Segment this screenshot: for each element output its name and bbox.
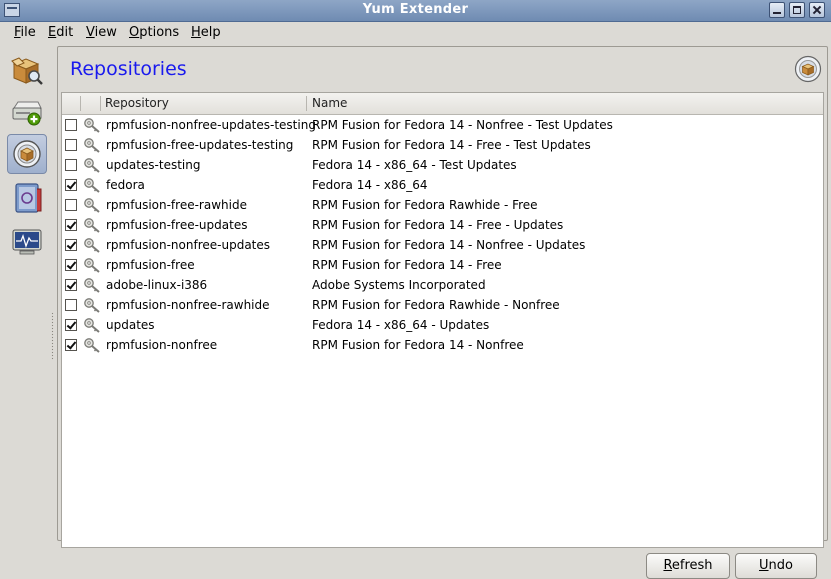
- column-separator: [80, 96, 81, 111]
- title-bar[interactable]: Yum Extender: [0, 0, 831, 22]
- maximize-button[interactable]: [789, 2, 805, 18]
- sidebar-item-repositories[interactable]: [7, 134, 47, 174]
- repositories-icon: [13, 140, 41, 168]
- repo-id-cell: updates-testing: [106, 158, 201, 172]
- repo-id-cell: rpmfusion-free-updates: [106, 218, 248, 232]
- column-header-name[interactable]: Name: [312, 96, 347, 110]
- table-row[interactable]: rpmfusion-nonfree-rawhide RPM Fusion for …: [62, 295, 823, 315]
- table-row[interactable]: rpmfusion-nonfree RPM Fusion for Fedora 1…: [62, 335, 823, 355]
- repo-name-cell: RPM Fusion for Fedora 14 - Free - Test U…: [312, 138, 591, 152]
- table-row[interactable]: rpmfusion-free-updates-testing RPM Fusion…: [62, 135, 823, 155]
- repo-enabled-checkbox[interactable]: [65, 119, 77, 131]
- repo-name-cell: RPM Fusion for Fedora 14 - Free - Update…: [312, 218, 564, 232]
- history-book-icon: [15, 183, 42, 213]
- menu-help[interactable]: Help: [191, 25, 221, 40]
- sidebar-item-install[interactable]: [7, 92, 47, 132]
- repo-enabled-checkbox[interactable]: [65, 179, 77, 191]
- repo-enabled-checkbox[interactable]: [65, 199, 77, 211]
- menu-view[interactable]: View: [86, 25, 117, 40]
- table-row[interactable]: updates-testing Fedora 14 - x86_64 - Test…: [62, 155, 823, 175]
- menu-options[interactable]: Options: [129, 25, 179, 40]
- output-monitor-icon: [12, 229, 42, 255]
- repo-id-cell: rpmfusion-free: [106, 258, 195, 272]
- table-row[interactable]: rpmfusion-free-updates RPM Fusion for Fed…: [62, 215, 823, 235]
- undo-button[interactable]: Undo: [735, 553, 817, 579]
- repo-id-cell: adobe-linux-i386: [106, 278, 208, 292]
- repo-name-cell: RPM Fusion for Fedora 14 - Nonfree: [312, 338, 524, 352]
- key-icon: [84, 218, 100, 233]
- table-row[interactable]: fedora Fedora 14 - x86_64: [62, 175, 823, 195]
- key-icon: [84, 138, 100, 153]
- repo-enabled-checkbox[interactable]: [65, 159, 77, 171]
- repo-enabled-checkbox[interactable]: [65, 299, 77, 311]
- install-drive-icon: [12, 101, 42, 126]
- repo-name-cell: RPM Fusion for Fedora Rawhide - Nonfree: [312, 298, 560, 312]
- repositories-panel: Repositories Repository Name rpmfusion-n…: [57, 46, 828, 579]
- repo-enabled-checkbox[interactable]: [65, 139, 77, 151]
- repo-id-cell: rpmfusion-free-updates-testing: [106, 138, 294, 152]
- repo-name-cell: RPM Fusion for Fedora 14 - Free: [312, 258, 502, 272]
- repo-name-cell: Fedora 14 - x86_64 - Updates: [312, 318, 490, 332]
- menu-bar: File Edit View Options Help: [0, 22, 831, 43]
- repo-name-cell: Adobe Systems Incorporated: [312, 278, 486, 292]
- sidebar-item-history[interactable]: [7, 178, 47, 218]
- repo-id-cell: rpmfusion-nonfree-rawhide: [106, 298, 270, 312]
- repo-name-cell: Fedora 14 - x86_64: [312, 178, 428, 192]
- key-icon: [84, 318, 100, 333]
- key-icon: [84, 198, 100, 213]
- window-title: Yum Extender: [362, 2, 469, 17]
- page-title: Repositories: [70, 58, 187, 80]
- menu-file[interactable]: File: [14, 25, 36, 40]
- key-icon: [84, 238, 100, 253]
- column-separator: [100, 96, 101, 111]
- table-row[interactable]: rpmfusion-nonfree-updates RPM Fusion for …: [62, 235, 823, 255]
- repo-id-cell: rpmfusion-free-rawhide: [106, 198, 247, 212]
- repo-enabled-checkbox[interactable]: [65, 319, 77, 331]
- close-button[interactable]: [809, 2, 825, 18]
- table-row[interactable]: rpmfusion-free RPM Fusion for Fedora 14 -…: [62, 255, 823, 275]
- repo-enabled-checkbox[interactable]: [65, 239, 77, 251]
- column-separator: [306, 96, 307, 111]
- repo-enabled-checkbox[interactable]: [65, 219, 77, 231]
- key-icon: [84, 118, 100, 133]
- column-header-repository[interactable]: Repository: [105, 96, 169, 110]
- repo-name-cell: Fedora 14 - x86_64 - Test Updates: [312, 158, 517, 172]
- minimize-button[interactable]: [769, 2, 785, 18]
- table-header: Repository Name: [62, 93, 823, 115]
- key-icon: [84, 338, 100, 353]
- key-icon: [84, 278, 100, 293]
- repo-id-cell: updates: [106, 318, 155, 332]
- repository-table[interactable]: Repository Name rpmfusion-nonfree-update…: [61, 92, 824, 548]
- packages-icon: [11, 57, 43, 85]
- repo-id-cell: rpmfusion-nonfree-updates: [106, 238, 271, 252]
- key-icon: [84, 298, 100, 313]
- repo-id-cell: fedora: [106, 178, 145, 192]
- repo-name-cell: RPM Fusion for Fedora Rawhide - Free: [312, 198, 538, 212]
- key-icon: [84, 258, 100, 273]
- table-row[interactable]: rpmfusion-free-rawhide RPM Fusion for Fed…: [62, 195, 823, 215]
- repo-name-cell: RPM Fusion for Fedora 14 - Nonfree - Tes…: [312, 118, 613, 132]
- repo-name-cell: RPM Fusion for Fedora 14 - Nonfree - Upd…: [312, 238, 586, 252]
- sidebar-resize-grip[interactable]: [51, 312, 54, 360]
- repositories-header-icon: [794, 55, 822, 83]
- sidebar-item-packages[interactable]: [7, 50, 47, 90]
- sidebar: [0, 44, 54, 544]
- key-icon: [84, 158, 100, 173]
- menu-edit[interactable]: Edit: [48, 25, 73, 40]
- table-row[interactable]: adobe-linux-i386 Adobe Systems Incorporat…: [62, 275, 823, 295]
- repo-id-cell: rpmfusion-nonfree: [106, 338, 218, 352]
- repo-enabled-checkbox[interactable]: [65, 339, 77, 351]
- sidebar-item-output[interactable]: [7, 222, 47, 262]
- key-icon: [84, 178, 100, 193]
- repo-enabled-checkbox[interactable]: [65, 259, 77, 271]
- repo-id-cell: rpmfusion-nonfree-updates-testing: [106, 118, 316, 132]
- table-row[interactable]: rpmfusion-nonfree-updates-testing RPM Fus…: [62, 115, 823, 135]
- refresh-button[interactable]: Refresh: [646, 553, 730, 579]
- table-row[interactable]: updates Fedora 14 - x86_64 - Updates: [62, 315, 823, 335]
- repo-enabled-checkbox[interactable]: [65, 279, 77, 291]
